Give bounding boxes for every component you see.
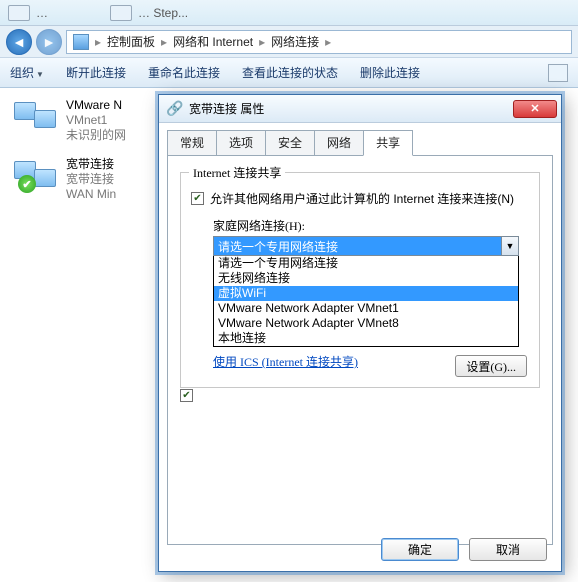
- window-btn-2[interactable]: [110, 5, 132, 21]
- breadcrumb[interactable]: ▸ 控制面板 ▸ 网络和 Internet ▸ 网络连接 ▸: [66, 30, 572, 54]
- tab-options[interactable]: 选项: [216, 130, 266, 156]
- chevron-right-icon: ▸: [259, 35, 265, 49]
- close-button[interactable]: ✕: [513, 100, 557, 118]
- group-legend: Internet 连接共享: [189, 164, 285, 181]
- tab-general[interactable]: 常规: [167, 130, 217, 156]
- crumb-1[interactable]: 网络和 Internet: [173, 33, 253, 50]
- dropdown-option[interactable]: 虚拟WiFi: [214, 286, 518, 301]
- dropdown-list: 请选一个专用网络连接 无线网络连接 虚拟WiFi VMware Network …: [213, 256, 519, 347]
- tab-security[interactable]: 安全: [265, 130, 315, 156]
- ics-groupbox: Internet 连接共享 允许其他网络用户通过此计算机的 Internet 连…: [180, 172, 540, 388]
- dropdown-option[interactable]: 无线网络连接: [214, 271, 518, 286]
- dialog-titlebar[interactable]: 🔗 宽带连接 属性 ✕: [159, 95, 561, 123]
- dropdown-option[interactable]: VMware Network Adapter VMnet1: [214, 301, 518, 316]
- back-button[interactable]: ◄: [6, 29, 32, 55]
- status-cmd[interactable]: 查看此连接的状态: [242, 64, 338, 81]
- disconnect-cmd[interactable]: 断开此连接: [66, 64, 126, 81]
- organize-menu[interactable]: 组织▼: [10, 64, 44, 81]
- list-item[interactable]: VMware N VMnet1 未识别的网: [14, 98, 154, 143]
- chevron-down-icon[interactable]: ▼: [501, 237, 518, 255]
- crumb-0[interactable]: 控制面板: [107, 33, 155, 50]
- dialog-title: 宽带连接 属性: [189, 100, 264, 117]
- item-sub2: WAN Min: [66, 187, 116, 202]
- item-name: VMware N: [66, 98, 126, 113]
- network-adapter-icon: [14, 98, 58, 136]
- allow-control-row-2: [180, 388, 540, 402]
- forward-button[interactable]: ►: [36, 29, 62, 55]
- ok-button[interactable]: 确定: [381, 538, 459, 561]
- dropdown-option[interactable]: VMware Network Adapter VMnet8: [214, 316, 518, 331]
- allow-sharing-checkbox[interactable]: [191, 192, 204, 205]
- home-network-label: 家庭网络连接(H):: [213, 217, 529, 234]
- properties-dialog: 🔗 宽带连接 属性 ✕ 常规 选项 安全 网络 共享 Internet 连接共享…: [158, 94, 562, 572]
- allow-sharing-label: 允许其他网络用户通过此计算机的 Internet 连接来连接(N): [210, 191, 514, 207]
- command-toolbar: 组织▼ 断开此连接 重命名此连接 查看此连接的状态 删除此连接: [0, 58, 578, 88]
- tab-sharing[interactable]: 共享: [363, 130, 413, 156]
- dropdown-option[interactable]: 本地连接: [214, 331, 518, 346]
- tab-network[interactable]: 网络: [314, 130, 364, 156]
- item-sub1: 宽带连接: [66, 172, 116, 187]
- allow-control-checkbox-2[interactable]: [180, 389, 193, 402]
- ics-help-link[interactable]: 使用 ICS (Internet 连接共享): [213, 353, 358, 370]
- item-sub2: 未识别的网: [66, 128, 126, 143]
- chevron-right-icon: ▸: [325, 35, 331, 49]
- delete-cmd[interactable]: 删除此连接: [360, 64, 420, 81]
- network-folder-icon: [73, 34, 89, 50]
- item-name: 宽带连接: [66, 157, 116, 172]
- title-hint-1: …: [36, 6, 48, 20]
- rename-cmd[interactable]: 重命名此连接: [148, 64, 220, 81]
- crumb-2[interactable]: 网络连接: [271, 33, 319, 50]
- title-hint-2: … Step...: [138, 6, 188, 20]
- window-btn-1[interactable]: [8, 5, 30, 21]
- tab-panel-sharing: Internet 连接共享 允许其他网络用户通过此计算机的 Internet 连…: [167, 155, 553, 545]
- chevron-right-icon: ▸: [161, 35, 167, 49]
- tab-strip: 常规 选项 安全 网络 共享: [159, 123, 561, 155]
- settings-button[interactable]: 设置(G)...: [455, 355, 527, 377]
- cancel-button[interactable]: 取消: [469, 538, 547, 561]
- item-sub1: VMnet1: [66, 113, 126, 128]
- home-network-dropdown[interactable]: 请选一个专用网络连接 ▼ 请选一个专用网络连接 无线网络连接 虚拟WiFi VM…: [213, 236, 519, 347]
- dropdown-option[interactable]: 请选一个专用网络连接: [214, 256, 518, 271]
- list-item[interactable]: ✔ 宽带连接 宽带连接 WAN Min: [14, 157, 154, 202]
- connected-check-icon: ✔: [18, 175, 36, 193]
- chevron-right-icon: ▸: [95, 35, 101, 49]
- view-icon[interactable]: [548, 64, 568, 82]
- dialog-buttons: 确定 取消: [381, 538, 547, 561]
- address-bar: ◄ ► ▸ 控制面板 ▸ 网络和 Internet ▸ 网络连接 ▸: [0, 26, 578, 58]
- allow-sharing-row: 允许其他网络用户通过此计算机的 Internet 连接来连接(N): [191, 191, 529, 207]
- dropdown-selected: 请选一个专用网络连接: [214, 237, 501, 255]
- connection-icon: 🔗: [167, 101, 183, 117]
- network-adapter-icon: ✔: [14, 157, 58, 195]
- window-titlebar: … … Step...: [0, 0, 578, 26]
